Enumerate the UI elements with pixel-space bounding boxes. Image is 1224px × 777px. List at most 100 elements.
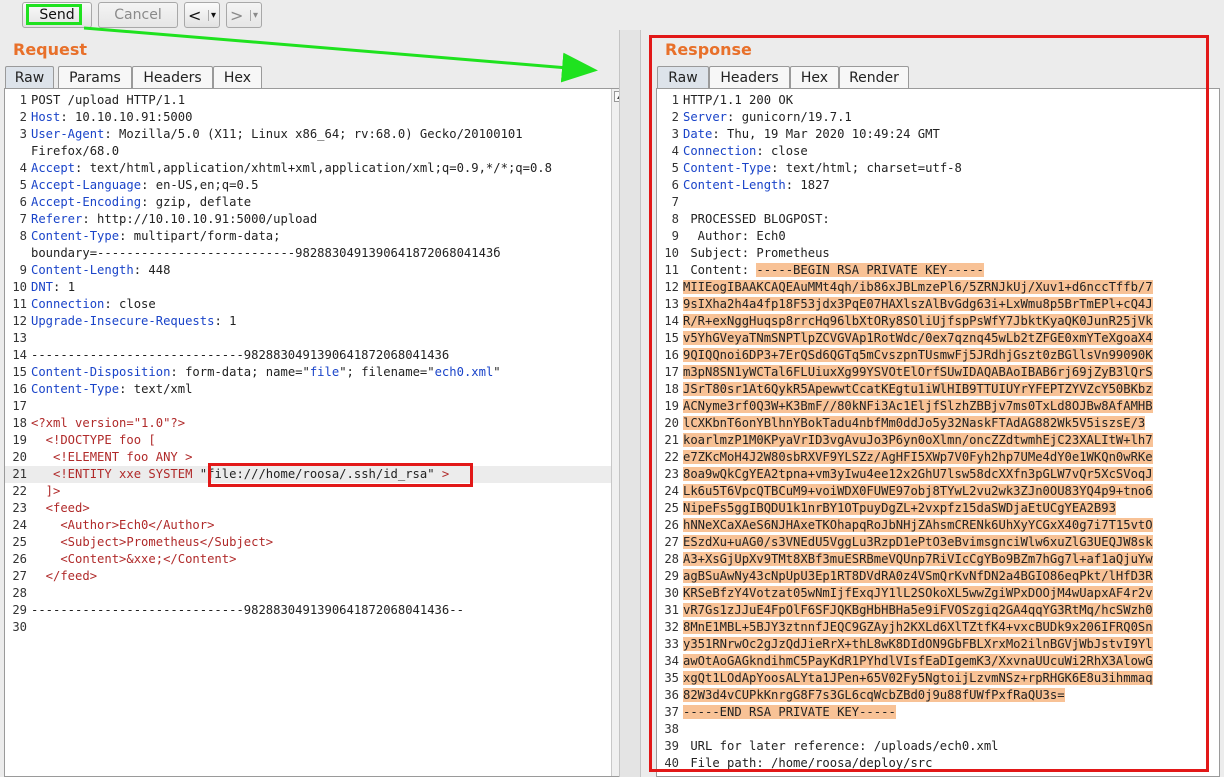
line-number: 14 bbox=[12, 348, 27, 362]
line-text: DNT: 1 bbox=[31, 279, 611, 296]
forward-button[interactable]: > ▾ bbox=[226, 2, 262, 28]
request-code-line: 24 <Author>Ech0</Author> bbox=[5, 517, 611, 534]
request-code-line: 28 bbox=[5, 585, 611, 602]
line-text: boundary=---------------------------9828… bbox=[31, 245, 611, 262]
line-number: 29 bbox=[12, 603, 27, 617]
code-token: <!DOCTYPE foo [ bbox=[31, 433, 156, 447]
line-number: 28 bbox=[12, 586, 27, 600]
code-token: : gzip, deflate bbox=[141, 195, 252, 209]
line-number: 20 bbox=[12, 450, 27, 464]
line-number: 13 bbox=[12, 331, 27, 345]
line-text: Content-Type: multipart/form-data; bbox=[31, 228, 611, 245]
line-number: 18 bbox=[12, 416, 27, 430]
request-code-line: 4 Accept: text/html,application/xhtml+xml… bbox=[5, 160, 611, 177]
header-key: Accept-Encoding bbox=[31, 195, 142, 209]
line-number: 10 bbox=[12, 280, 27, 294]
line-text: Connection: close bbox=[31, 296, 611, 313]
request-code-line: 12 Upgrade-Insecure-Requests: 1 bbox=[5, 313, 611, 330]
request-code-line: 2 Host: 10.10.10.91:5000 bbox=[5, 109, 611, 126]
line-text: <!DOCTYPE foo [ bbox=[31, 432, 611, 449]
line-number: 2 bbox=[19, 110, 27, 124]
forward-arrow-icon: > bbox=[230, 5, 244, 25]
code-token: <feed> bbox=[31, 501, 90, 515]
code-token: : http://10.10.10.91:5000/upload bbox=[82, 212, 318, 226]
code-token: : text/xml bbox=[119, 382, 193, 396]
request-code-line: 8 Content-Type: multipart/form-data; bbox=[5, 228, 611, 245]
request-code-line: 5 Accept-Language: en-US,en;q=0.5 bbox=[5, 177, 611, 194]
code-token: <Content>&xxe;</Content> bbox=[31, 552, 237, 566]
request-code-line: 15 Content-Disposition: form-data; name="… bbox=[5, 364, 611, 381]
code-token: : 10.10.10.91:5000 bbox=[60, 110, 193, 124]
request-title: Request bbox=[13, 40, 88, 59]
back-button[interactable]: < ▾ bbox=[184, 2, 220, 28]
line-number: 7 bbox=[19, 212, 27, 226]
pane-divider[interactable] bbox=[619, 30, 641, 777]
code-token: -----------------------------98288304913… bbox=[31, 603, 464, 617]
line-text: Firefox/68.0 bbox=[31, 143, 611, 160]
line-number: 15 bbox=[12, 365, 27, 379]
line-text: POST /upload HTTP/1.1 bbox=[31, 92, 611, 109]
line-number: 26 bbox=[12, 552, 27, 566]
line-number: 12 bbox=[12, 314, 27, 328]
line-number: 30 bbox=[12, 620, 27, 634]
code-token: boundary=---------------------------9828… bbox=[31, 246, 501, 260]
header-key: Upgrade-Insecure-Requests bbox=[31, 314, 215, 328]
line-number: 19 bbox=[12, 433, 27, 447]
code-token: <!ELEMENT foo ANY > bbox=[31, 450, 193, 464]
request-code-line: 23 <feed> bbox=[5, 500, 611, 517]
header-key: Content-Disposition bbox=[31, 365, 171, 379]
line-text: Content-Type: text/xml bbox=[31, 381, 611, 398]
code-token: : Mozilla/5.0 (X11; Linux x86_64; rv:68.… bbox=[104, 127, 523, 141]
tab-hex[interactable]: Hex bbox=[213, 66, 262, 88]
code-token: " bbox=[493, 365, 501, 379]
request-code-line: Firefox/68.0 bbox=[5, 143, 611, 160]
request-code-line: 19 <!DOCTYPE foo [ bbox=[5, 432, 611, 449]
line-number: 3 bbox=[19, 127, 27, 141]
header-key: Host bbox=[31, 110, 61, 124]
header-key: Connection bbox=[31, 297, 105, 311]
line-text: <Author>Ech0</Author> bbox=[31, 517, 611, 534]
tab-params[interactable]: Params bbox=[58, 66, 132, 88]
line-number: 24 bbox=[12, 518, 27, 532]
cancel-button[interactable]: Cancel bbox=[98, 2, 178, 28]
line-text: <Subject>Prometheus</Subject> bbox=[31, 534, 611, 551]
request-code-line: 3 User-Agent: Mozilla/5.0 (X11; Linux x86… bbox=[5, 126, 611, 143]
line-number: 9 bbox=[19, 263, 27, 277]
code-token: : en-US,en;q=0.5 bbox=[141, 178, 259, 192]
code-token: : text/html,application/xhtml+xml,applic… bbox=[75, 161, 552, 175]
request-code-line: 7 Referer: http://10.10.10.91:5000/upload bbox=[5, 211, 611, 228]
code-token: : form-data; name=" bbox=[170, 365, 310, 379]
code-token: ech0.xml bbox=[434, 365, 494, 379]
line-text: </feed> bbox=[31, 568, 611, 585]
code-token: : close bbox=[104, 297, 156, 311]
code-token: : 1 bbox=[53, 280, 76, 294]
code-token: Firefox/68.0 bbox=[31, 144, 120, 158]
request-code-line: boundary=---------------------------9828… bbox=[5, 245, 611, 262]
tab-raw[interactable]: Raw bbox=[5, 66, 54, 88]
line-number: 21 bbox=[12, 467, 27, 481]
request-code-line: 1 POST /upload HTTP/1.1 bbox=[5, 92, 611, 109]
send-highlight-box bbox=[26, 4, 82, 25]
line-text: -----------------------------98288304913… bbox=[31, 602, 611, 619]
request-tabbar: Raw Params Headers Hex bbox=[5, 66, 265, 88]
header-key: DNT bbox=[31, 280, 54, 294]
tab-headers[interactable]: Headers bbox=[132, 66, 213, 88]
code-token: <?xml version="1.0"?> bbox=[31, 416, 186, 430]
header-key: Accept-Language bbox=[31, 178, 142, 192]
request-editor[interactable]: 1 POST /upload HTTP/1.1 2 Host: 10.10.10.91… bbox=[4, 88, 628, 777]
line-text: Accept: text/html,application/xhtml+xml,… bbox=[31, 160, 611, 177]
request-code-line: 14 -----------------------------982883049… bbox=[5, 347, 611, 364]
line-text: Upgrade-Insecure-Requests: 1 bbox=[31, 313, 611, 330]
request-code-line: 30 bbox=[5, 619, 611, 636]
code-token: <Author>Ech0</Author> bbox=[31, 518, 215, 532]
header-key: Accept bbox=[31, 161, 76, 175]
chevron-down-icon[interactable]: ▾ bbox=[249, 9, 258, 21]
chevron-down-icon[interactable]: ▾ bbox=[207, 9, 216, 21]
line-text: -----------------------------98288304913… bbox=[31, 347, 611, 364]
line-text: Accept-Encoding: gzip, deflate bbox=[31, 194, 611, 211]
line-number: 5 bbox=[19, 178, 27, 192]
line-text: <Content>&xxe;</Content> bbox=[31, 551, 611, 568]
line-text: <?xml version="1.0"?> bbox=[31, 415, 611, 432]
request-code-line: 11 Connection: close bbox=[5, 296, 611, 313]
line-number: 16 bbox=[12, 382, 27, 396]
